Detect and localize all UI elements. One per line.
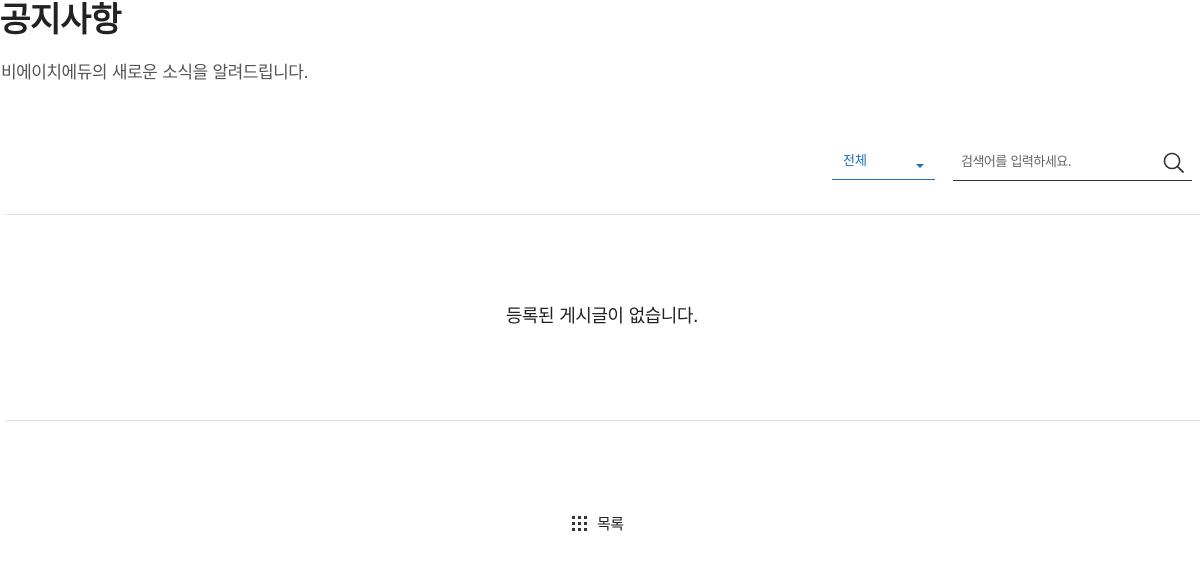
board-bottom-divider [5,420,1200,421]
grid-icon [572,515,587,531]
page-subtitle: 비에이치에듀의 새로운 소식을 알려드립니다. [1,63,309,83]
category-select[interactable]: 전체 [832,146,935,180]
empty-board-message: 등록된 게시글이 없습니다. [505,306,699,327]
list-button-label: 목록 [597,514,624,533]
caret-down-icon [916,164,924,168]
page-title: 공지사항 [0,0,122,40]
category-select-value: 전체 [843,154,867,169]
search-box [953,146,1192,181]
search-input[interactable] [953,146,1153,179]
notice-page: 공지사항 비에이치에듀의 새로운 소식을 알려드립니다. 전체 등록된 게시글이… [0,0,1200,570]
list-button[interactable]: 목록 [568,510,624,536]
search-button[interactable] [1161,150,1187,176]
search-icon [1163,152,1184,173]
board-top-divider [5,214,1200,215]
